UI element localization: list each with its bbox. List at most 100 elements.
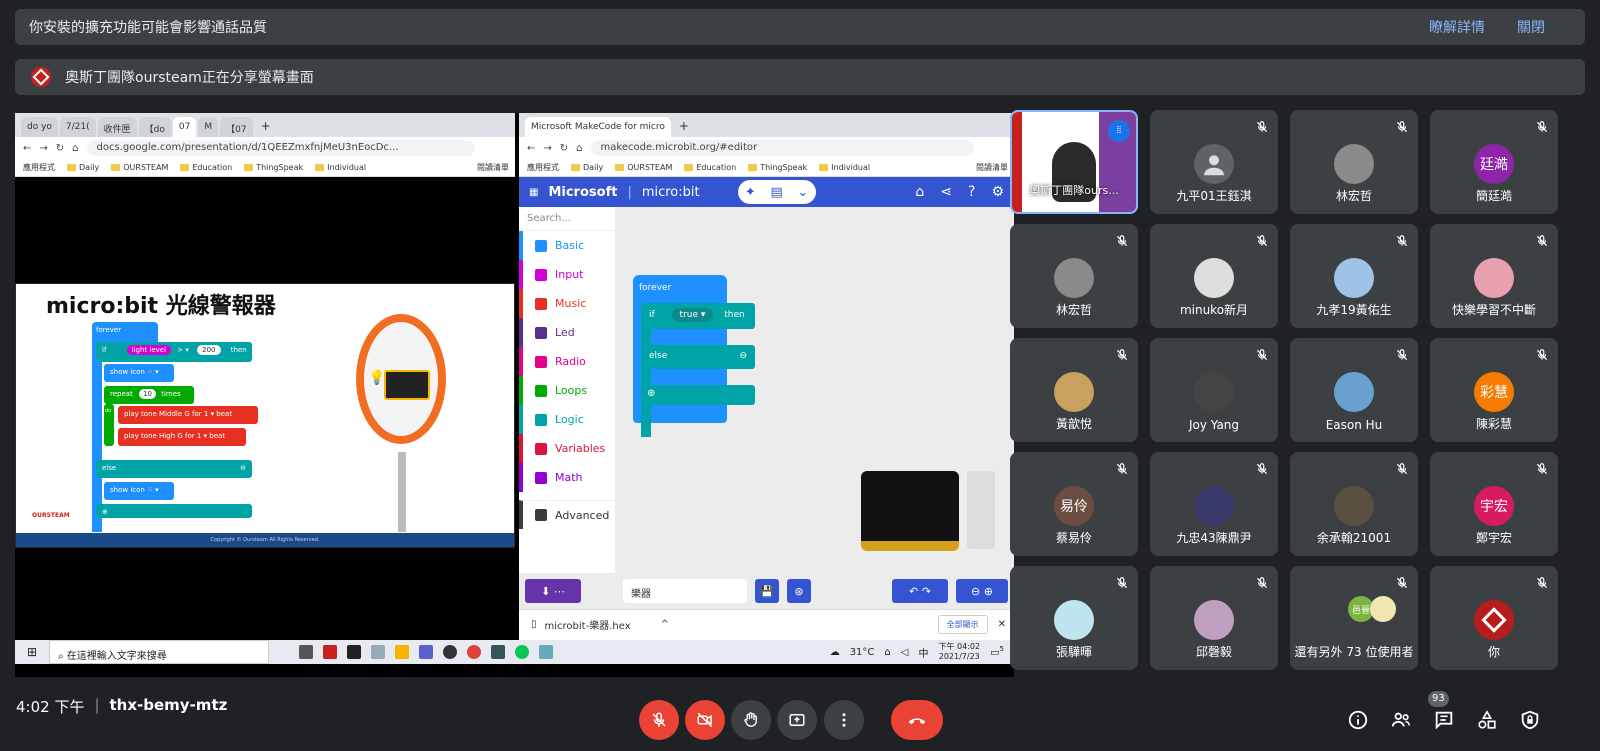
participant-tile[interactable]: 邑晉 還有另外 73 位使用者 [1290, 566, 1418, 670]
downloaded-file[interactable]: microbit-樂器.hex [545, 617, 631, 632]
close-warning-button[interactable]: 關閉 [1517, 17, 1545, 37]
toolbox-category-radio[interactable]: Radio [519, 347, 615, 376]
microbit-simulator[interactable] [861, 471, 959, 551]
browser-tab[interactable]: M [198, 117, 219, 137]
app-icon[interactable] [323, 645, 337, 659]
participant-tile[interactable]: Joy Yang [1150, 338, 1278, 442]
browser-tab[interactable]: 【do [138, 117, 171, 137]
reload-icon[interactable]: ↻ [560, 143, 568, 154]
new-tab-plus-icon[interactable]: + [673, 119, 695, 137]
github-icon[interactable]: ⊛ [787, 579, 811, 603]
share-icon[interactable]: ⋖ [940, 184, 952, 200]
block-workspace[interactable]: forever if true ▾ then else ⊖ ⊕ [615, 207, 1014, 573]
bookmark-item[interactable]: Daily [571, 163, 603, 172]
if-footer[interactable]: ⊕ [641, 385, 755, 405]
volume-icon[interactable]: ◁ [901, 647, 909, 658]
bookmark-apps[interactable]: 應用程式 [527, 162, 559, 173]
help-icon[interactable]: ? [968, 184, 975, 200]
people-button[interactable] [1389, 708, 1413, 732]
teams-icon[interactable] [419, 645, 433, 659]
notification-icon[interactable]: ▭5 [990, 645, 1004, 658]
chat-button[interactable] [1432, 708, 1456, 732]
weather-icon[interactable]: ☁ [830, 647, 840, 658]
bookmark-item[interactable]: Individual [315, 163, 366, 172]
browser-tab[interactable]: 7/21( [59, 117, 96, 137]
participant-tile[interactable]: minuko新月 [1150, 224, 1278, 328]
show-all-button[interactable]: 全部顯示 [937, 615, 988, 634]
app-icon[interactable] [539, 645, 553, 659]
participant-tile[interactable]: 林宏哲 [1290, 110, 1418, 214]
present-screen-button[interactable] [777, 700, 817, 740]
line-icon[interactable] [515, 645, 529, 659]
toolbox-category-advanced[interactable]: Advanced [519, 500, 615, 529]
project-name-input[interactable]: 樂器 [623, 579, 747, 603]
url-field[interactable]: makecode.microbit.org/#editor [590, 140, 974, 156]
bookmark-item[interactable]: Daily [67, 163, 99, 172]
leave-call-button[interactable] [891, 700, 943, 740]
learn-more-link[interactable]: 瞭解詳情 [1429, 17, 1485, 37]
temperature[interactable]: 31°C [850, 647, 875, 658]
taskbar-clock[interactable]: 下午 04:02 2021/7/23 [938, 642, 980, 662]
condition-dropdown[interactable]: true ▾ [671, 308, 714, 322]
bookmark-item[interactable]: Education [180, 163, 232, 172]
network-icon[interactable]: ⌂ [884, 647, 890, 658]
bookmark-item[interactable]: Education [684, 163, 736, 172]
browser-tab[interactable]: 收件匣 [97, 117, 137, 137]
taskbar-search-input[interactable]: ⌕ 在這裡輸入文字來搜尋 [49, 640, 269, 664]
new-tab-plus-icon[interactable]: + [255, 119, 277, 137]
chrome-icon[interactable] [467, 645, 481, 659]
back-arrow-icon[interactable]: ← [527, 143, 535, 154]
bookmark-item[interactable]: OURSTEAM [615, 163, 672, 172]
toolbox-category-logic[interactable]: Logic [519, 405, 615, 434]
zoom-buttons[interactable]: ⊖ ⊕ [956, 579, 1008, 603]
code-mode-icon[interactable]: ▤ [770, 185, 782, 200]
home-icon[interactable]: ⌂ [915, 184, 924, 200]
toolbox-category-input[interactable]: Input [519, 260, 615, 289]
participant-tile[interactable]: 黃歆悅 [1010, 338, 1138, 442]
bookmark-item[interactable]: ThingSpeak [244, 163, 303, 172]
undo-button[interactable]: ↶ ↷ [892, 579, 948, 603]
reload-icon[interactable]: ↻ [56, 143, 64, 154]
participant-tile[interactable]: 易伶 蔡易伶 [1010, 452, 1138, 556]
toolbox-category-music[interactable]: Music [519, 289, 615, 318]
activities-button[interactable] [1475, 708, 1499, 732]
raise-hand-button[interactable] [731, 700, 771, 740]
toolbox-category-loops[interactable]: Loops [519, 376, 615, 405]
participant-tile[interactable]: 廷澔 簡廷澔 [1430, 110, 1558, 214]
task-view-icon[interactable] [299, 645, 313, 659]
remove-else-icon[interactable]: ⊖ [739, 351, 747, 361]
toolbox-search-input[interactable]: Search... [519, 207, 615, 231]
participant-tile[interactable]: 張驊暉 [1010, 566, 1138, 670]
toolbox-category-led[interactable]: Led [519, 318, 615, 347]
participant-tile[interactable]: 余承翰21001 [1290, 452, 1418, 556]
bookmark-apps[interactable]: 應用程式 [23, 162, 55, 173]
bookmark-item[interactable]: OURSTEAM [111, 163, 168, 172]
file-explorer-icon[interactable] [395, 645, 409, 659]
browser-tab[interactable]: do yo [21, 117, 58, 137]
chevron-down-icon[interactable]: ⌄ [797, 185, 808, 200]
back-arrow-icon[interactable]: ← [23, 143, 31, 154]
participant-tile[interactable]: 快樂學習不中斷 [1430, 224, 1558, 328]
else-row[interactable]: else ⊖ [641, 345, 755, 369]
app-icon[interactable] [347, 645, 361, 659]
participant-tile[interactable]: 九孝19黃佑生 [1290, 224, 1418, 328]
browser-tab-active[interactable]: Microsoft MakeCode for micro [525, 117, 671, 137]
if-then-block[interactable]: if true ▾ then [641, 303, 755, 329]
url-field[interactable]: docs.google.com/presentation/d/1QEEZmxfn… [86, 140, 475, 156]
host-controls-button[interactable] [1518, 708, 1542, 732]
participant-tile[interactable]: 九平01王鈺淇 [1150, 110, 1278, 214]
participant-tile[interactable]: 邱磬毅 [1150, 566, 1278, 670]
browser-tab-active[interactable]: 07 [172, 117, 197, 137]
forever-block[interactable]: forever [633, 275, 727, 301]
blocks-mode-icon[interactable]: ✦ [745, 185, 756, 200]
app-icon[interactable] [371, 645, 385, 659]
toolbox-category-basic[interactable]: Basic [519, 231, 615, 260]
participant-tile[interactable]: 九忠43陳鼎尹 [1150, 452, 1278, 556]
download-button[interactable]: ⬇ ⋯ [525, 579, 581, 603]
mic-off-button[interactable] [639, 700, 679, 740]
settings-gear-icon[interactable]: ⚙ [991, 184, 1004, 200]
ime-indicator[interactable]: 中 [918, 645, 928, 660]
meeting-details-button[interactable] [1346, 708, 1370, 732]
participant-tile[interactable]: 林宏哲 [1010, 224, 1138, 328]
chevron-up-icon[interactable]: ^ [661, 619, 669, 630]
